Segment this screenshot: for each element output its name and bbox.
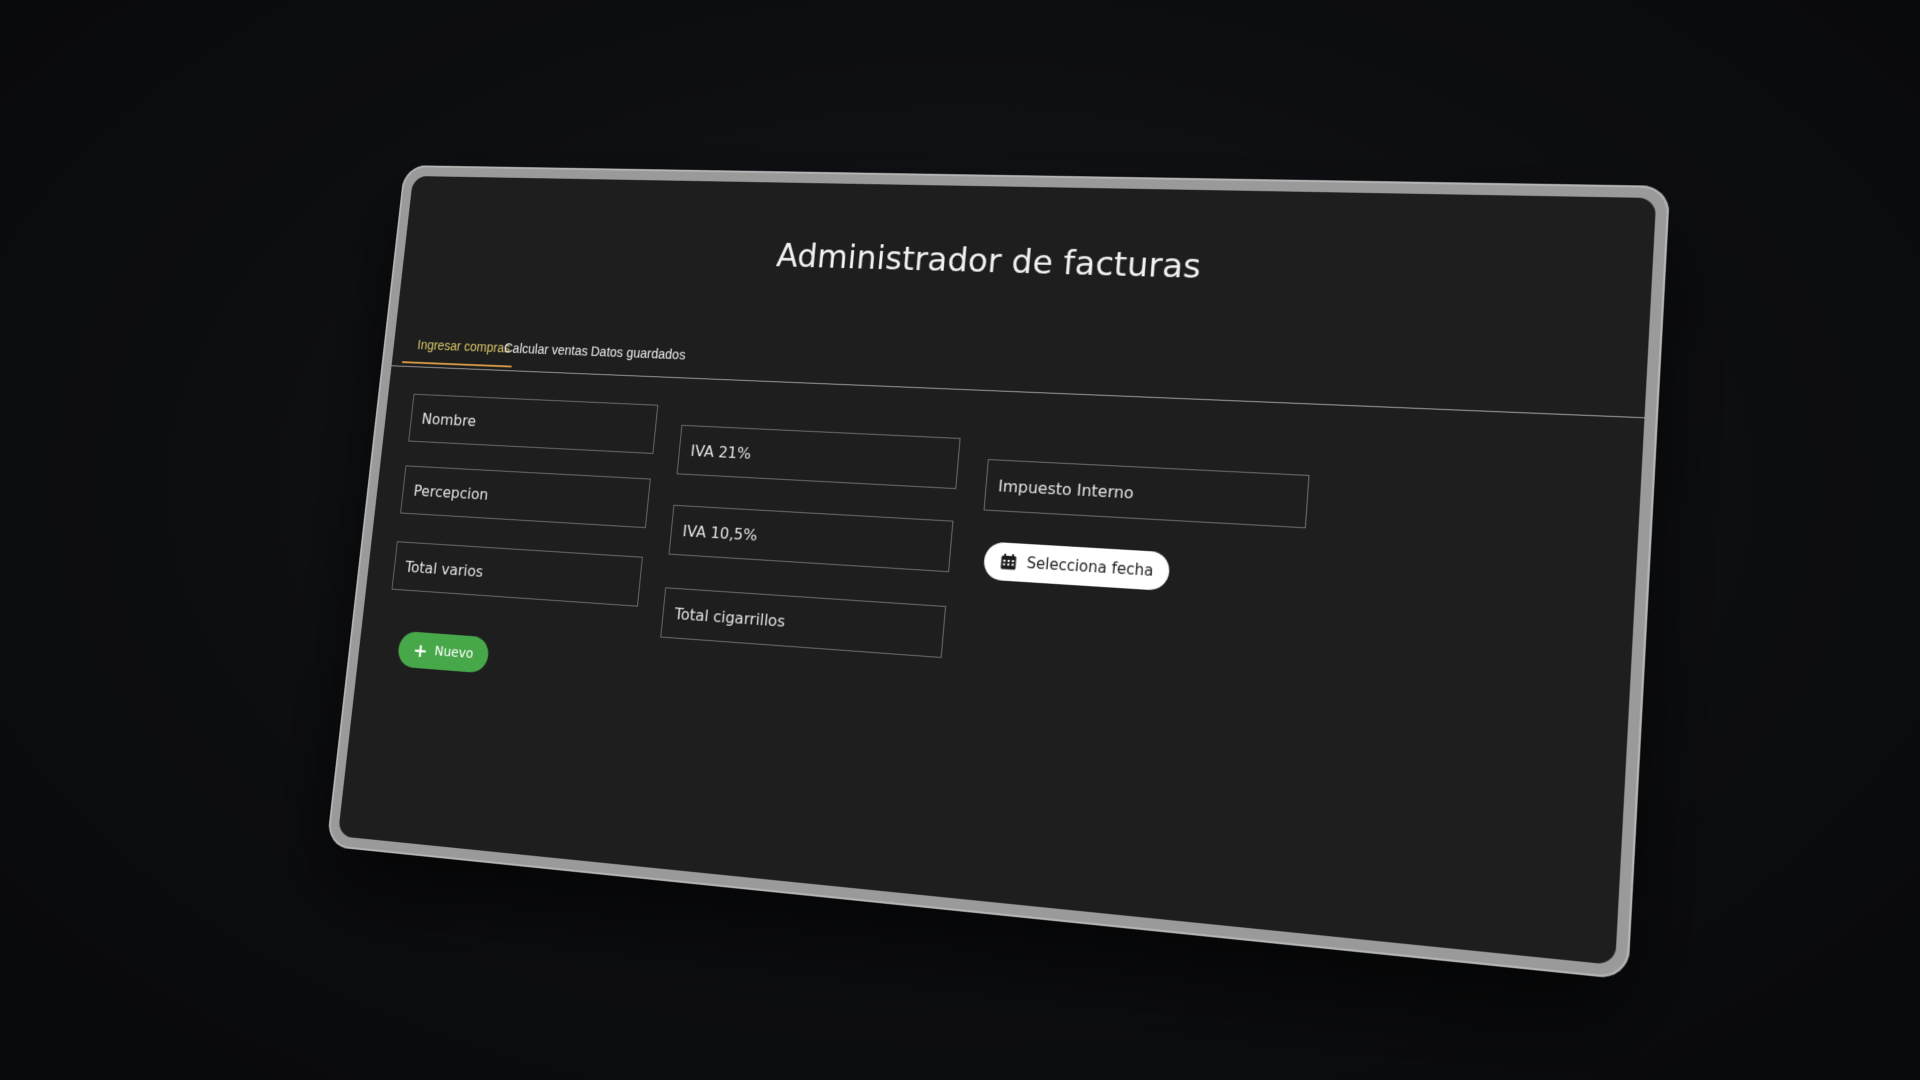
- new-button-label: Nuevo: [434, 644, 474, 662]
- app-window: Administrador de facturas Ingresar compr…: [338, 176, 1656, 965]
- stage: Administrador de facturas Ingresar compr…: [0, 0, 1920, 1080]
- tab-calcular-ventas[interactable]: Calcular ventas: [500, 340, 590, 369]
- nombre-input[interactable]: [408, 394, 658, 454]
- percepcion-input[interactable]: [400, 465, 651, 528]
- page-title: Administrador de facturas: [403, 228, 1653, 300]
- plus-icon: +: [412, 640, 428, 660]
- iva-21-input[interactable]: [677, 425, 961, 489]
- calendar-icon: [999, 552, 1018, 571]
- new-button[interactable]: + Nuevo: [397, 631, 491, 674]
- iva-10-5-input[interactable]: [669, 505, 954, 572]
- tab-datos-guardados[interactable]: Datos guardados: [587, 344, 688, 374]
- device-frame: Administrador de facturas Ingresar compr…: [326, 165, 1670, 980]
- total-cigarrillos-input[interactable]: [660, 587, 946, 658]
- impuesto-interno-input[interactable]: [984, 459, 1310, 528]
- select-date-label: Selecciona fecha: [1026, 554, 1154, 580]
- tab-ingresar-compras[interactable]: Ingresar compras: [414, 337, 513, 366]
- select-date-button[interactable]: Selecciona fecha: [983, 542, 1171, 592]
- total-varios-input[interactable]: [392, 541, 643, 606]
